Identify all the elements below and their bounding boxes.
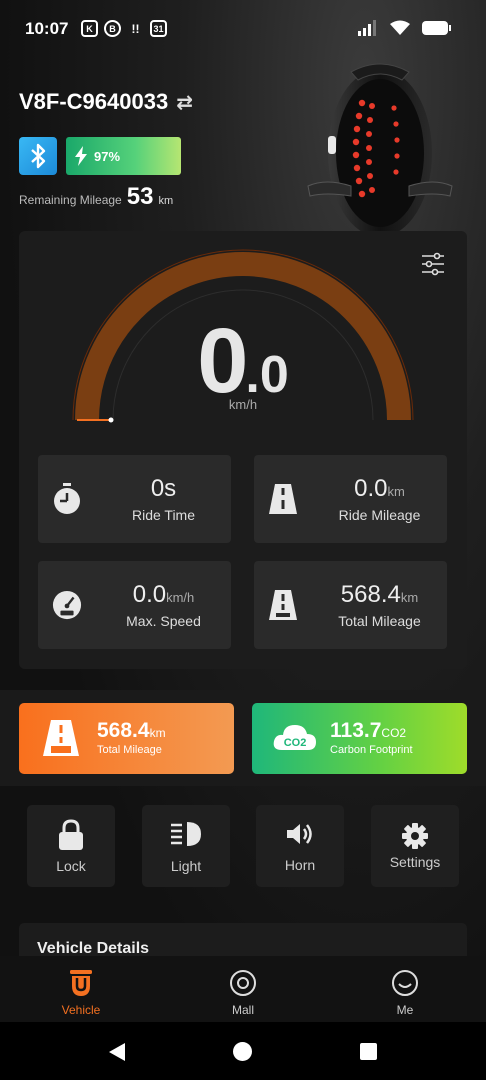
stat-ride-mileage: 0.0km Ride Mileage <box>254 455 447 543</box>
switch-device-icon[interactable]: ⇄ <box>176 90 193 115</box>
system-navigation-bar <box>0 1022 486 1080</box>
stat-label: Total Mileage <box>338 613 421 629</box>
gear-icon <box>402 823 428 849</box>
remaining-mileage-unit: km <box>158 195 174 207</box>
nav-vehicle[interactable]: Vehicle <box>0 956 162 1022</box>
co2-icon-text: CO2 <box>284 737 307 749</box>
battery-badge: 97% <box>66 137 181 175</box>
nav-label: Mall <box>231 1003 254 1017</box>
nav-label: Me <box>396 1003 414 1017</box>
smiley-icon <box>392 970 418 996</box>
remaining-mileage-value: 53 <box>126 183 154 210</box>
control-label: Light <box>170 858 202 874</box>
notification-icon: !! <box>131 21 140 36</box>
speedometer-max-icon <box>52 590 82 620</box>
stat-value: 0s <box>150 475 177 502</box>
road-icon <box>269 484 297 514</box>
odometer-road-icon <box>269 590 297 620</box>
stat-label: Ride Mileage <box>338 507 421 523</box>
card-label: Carbon Footprint <box>330 744 413 756</box>
lock-icon <box>59 819 83 850</box>
remaining-mileage: Remaining Mileage 53 km <box>19 183 173 211</box>
bottom-nav: Vehicle Mall Me <box>0 956 486 1022</box>
speedometer-card: 0.0 km/h 0s Ride Time 0.0km Ride Mileage <box>19 231 467 669</box>
nav-me[interactable]: Me <box>324 956 486 1022</box>
vehicle-icon <box>70 970 92 996</box>
lightning-icon <box>75 146 87 166</box>
back-icon[interactable] <box>107 1042 127 1062</box>
stat-total-mileage: 568.4km Total Mileage <box>254 561 447 649</box>
mall-icon <box>230 970 256 996</box>
battery-status-icon <box>422 21 451 35</box>
settings-button[interactable]: Settings <box>371 805 459 887</box>
device-title[interactable]: V8F-C9640033 ⇄ <box>19 89 193 115</box>
speed-unit: km/h <box>228 397 258 412</box>
horn-button[interactable]: Horn <box>256 805 344 887</box>
total-mileage-card[interactable]: 568.4km Total Mileage <box>19 703 234 774</box>
nav-label: Vehicle <box>61 1003 101 1017</box>
light-button[interactable]: Light <box>142 805 230 887</box>
control-label: Horn <box>284 857 316 873</box>
headlight-icon <box>171 822 201 846</box>
stat-label: Ride Time <box>131 507 196 523</box>
stat-value: 568.4km <box>340 581 419 608</box>
status-time: 10:07 <box>25 19 69 38</box>
status-bar: 10:07 K B !! 31 <box>0 0 486 58</box>
stat-value: 0.0km/h <box>132 581 195 608</box>
odometer-road-icon <box>43 720 79 756</box>
wifi-icon <box>390 20 410 35</box>
home-icon[interactable] <box>233 1042 252 1061</box>
nav-mall[interactable]: Mall <box>162 956 324 1022</box>
bluetooth-icon <box>31 143 46 169</box>
card-value: 568.4km <box>97 719 166 742</box>
notification-icon: B <box>104 20 121 37</box>
stat-ride-time: 0s Ride Time <box>38 455 231 543</box>
battery-percent: 97% <box>94 148 121 164</box>
bluetooth-button[interactable] <box>19 137 57 175</box>
recent-apps-icon[interactable] <box>360 1043 377 1060</box>
speed-decimal: .0 <box>245 346 289 404</box>
notification-icons: K B !! 31 <box>81 20 167 37</box>
notification-icon: K <box>81 20 98 37</box>
stat-max-speed: 0.0km/h Max. Speed <box>38 561 231 649</box>
app-screen: 10:07 K B !! 31 V8F-C9640033 ⇄ 97% Remai… <box>0 0 486 1080</box>
control-label: Lock <box>56 858 86 874</box>
co2-cloud-icon: CO2 <box>273 725 316 750</box>
device-name: V8F-C9640033 <box>19 89 169 114</box>
signal-icon <box>358 20 376 36</box>
remaining-mileage-label: Remaining Mileage <box>19 193 122 207</box>
system-status-icons <box>358 20 452 36</box>
carbon-footprint-card[interactable]: CO2 113.7CO2 Carbon Footprint <box>252 703 467 774</box>
speaker-icon <box>287 824 312 844</box>
stat-value: 0.0km <box>354 475 405 502</box>
card-label: Total Mileage <box>97 744 162 756</box>
card-value: 113.7CO2 <box>330 719 407 742</box>
lock-button[interactable]: Lock <box>27 805 115 887</box>
stopwatch-icon <box>54 483 80 514</box>
control-label: Settings <box>389 854 441 870</box>
unicycle-image <box>307 63 453 237</box>
calendar-icon: 31 <box>150 20 167 37</box>
stat-label: Max. Speed <box>126 613 201 629</box>
